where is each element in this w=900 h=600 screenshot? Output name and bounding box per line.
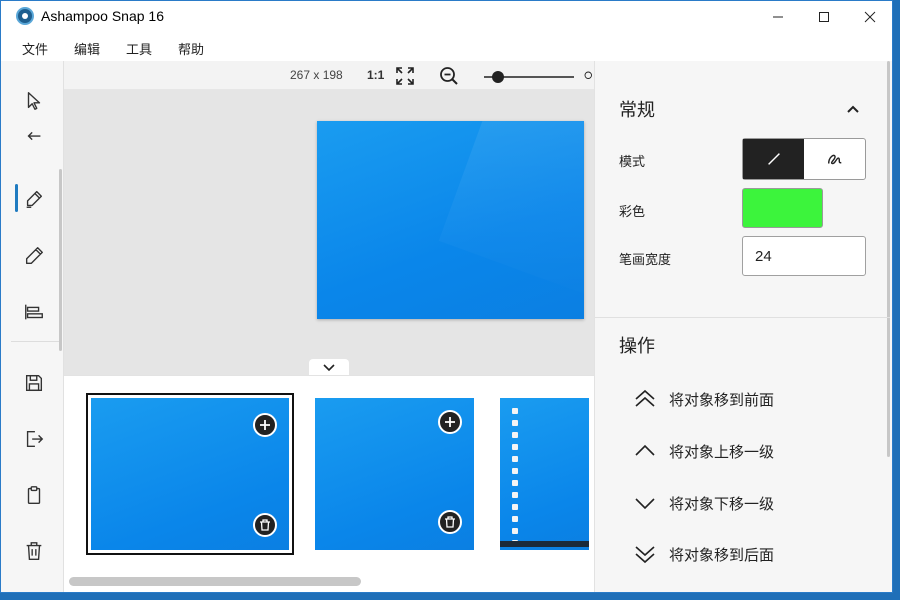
bring-to-front-button[interactable]: 将对象移到前面 xyxy=(633,384,774,414)
properties-scrollbar[interactable] xyxy=(887,61,890,457)
menu-bar: 文件 编辑 工具 帮助 xyxy=(1,33,892,61)
chevron-up-icon xyxy=(847,105,859,113)
taskbar xyxy=(500,541,589,547)
thumbnail-item[interactable] xyxy=(315,398,474,550)
tool-rail xyxy=(1,61,64,592)
fit-to-window-button[interactable] xyxy=(394,65,416,87)
marker-tool-button[interactable] xyxy=(15,181,53,217)
menu-edit[interactable]: 编辑 xyxy=(74,39,100,58)
chevron-down-icon xyxy=(635,498,655,510)
minimize-button[interactable] xyxy=(755,1,801,33)
close-icon xyxy=(864,11,876,23)
delete-thumbnail-button[interactable] xyxy=(438,510,462,534)
align-icon xyxy=(25,304,43,320)
section-actions-title: 操作 xyxy=(619,336,655,356)
mode-label: 模式 xyxy=(619,154,646,169)
image-size-label: 267 x 198 xyxy=(290,68,343,82)
straight-line-icon xyxy=(767,153,780,165)
zoom-in-icon xyxy=(584,71,592,79)
delete-button[interactable] xyxy=(15,533,53,569)
zoom-100-button[interactable]: 1:1 xyxy=(367,68,384,82)
screenshot-image[interactable] xyxy=(317,121,584,319)
clipboard-button[interactable] xyxy=(15,477,53,513)
align-tool-button[interactable] xyxy=(15,294,53,330)
send-to-back-button[interactable]: 将对象移到后面 xyxy=(633,539,774,569)
collapse-thumbnails-button[interactable] xyxy=(309,359,349,376)
chevron-up-icon xyxy=(635,444,655,456)
menu-help[interactable]: 帮助 xyxy=(178,39,204,58)
plus-icon xyxy=(260,420,270,430)
zoom-out-icon xyxy=(440,67,458,85)
zoom-slider-thumb[interactable] xyxy=(491,71,504,83)
plus-icon xyxy=(445,417,455,427)
app-logo-icon xyxy=(16,7,34,25)
double-chevron-up-icon xyxy=(635,389,655,407)
thumbnail-strip xyxy=(64,375,594,592)
trash-icon xyxy=(445,516,455,528)
mode-straight-button[interactable] xyxy=(743,139,804,179)
chevron-down-icon xyxy=(323,363,335,371)
select-icon xyxy=(27,92,41,110)
export-icon xyxy=(26,430,44,448)
stroke-width-label: 笔画宽度 xyxy=(619,252,672,267)
thumbnail-item[interactable] xyxy=(86,393,294,555)
thumbnail-scrollbar[interactable] xyxy=(69,577,361,586)
zoom-out-button[interactable] xyxy=(438,65,460,87)
trash-icon xyxy=(260,519,270,531)
thumbnail-item[interactable] xyxy=(500,398,589,550)
pencil-tool-button[interactable] xyxy=(15,238,53,274)
color-label: 彩色 xyxy=(619,204,646,219)
select-tool-button[interactable] xyxy=(15,83,53,119)
maximize-icon xyxy=(819,12,829,22)
save-icon xyxy=(25,374,43,392)
window-title: Ashampoo Snap 16 xyxy=(41,8,164,24)
trash-icon xyxy=(26,542,42,560)
send-backward-label: 将对象下移一级 xyxy=(669,495,775,513)
menu-tools[interactable]: 工具 xyxy=(126,39,152,58)
send-backward-button[interactable]: 将对象下移一级 xyxy=(633,488,774,518)
stroke-width-input[interactable] xyxy=(742,236,866,276)
clipboard-icon xyxy=(27,486,41,504)
color-picker[interactable] xyxy=(742,188,823,228)
mode-toggle xyxy=(742,138,866,180)
minimize-icon xyxy=(773,16,783,18)
double-chevron-down-icon xyxy=(635,546,655,564)
send-to-back-label: 将对象移到后面 xyxy=(669,546,775,564)
export-button[interactable] xyxy=(15,421,53,457)
tool-rail-divider xyxy=(11,341,59,342)
undo-tool-button[interactable] xyxy=(15,131,53,155)
pencil-icon xyxy=(25,247,43,265)
zoom-in-button[interactable] xyxy=(584,65,594,87)
tool-rail-scrollbar[interactable] xyxy=(59,169,62,351)
bring-forward-label: 将对象上移一级 xyxy=(669,443,775,461)
save-button[interactable] xyxy=(15,365,53,401)
mode-freehand-button[interactable] xyxy=(804,139,865,179)
app-window: Ashampoo Snap 16 文件 编辑 工具 帮助 267 x 198 1… xyxy=(0,0,893,593)
add-to-canvas-button[interactable] xyxy=(438,410,462,434)
bring-to-front-label: 将对象移到前面 xyxy=(669,391,775,409)
bring-forward-button[interactable]: 将对象上移一级 xyxy=(633,436,774,466)
editor-canvas[interactable] xyxy=(64,90,594,375)
properties-panel: 常规 模式 彩色 笔画宽度 操作 将对象移到前面 将对象上移一级 xyxy=(594,61,892,592)
fullscreen-icon xyxy=(396,67,414,85)
marker-icon xyxy=(26,190,43,208)
panel-divider xyxy=(595,317,890,318)
delete-thumbnail-button[interactable] xyxy=(253,513,277,537)
section-general-title: 常规 xyxy=(619,100,655,120)
add-to-canvas-button[interactable] xyxy=(253,413,277,437)
desktop-icons xyxy=(512,408,526,550)
maximize-button[interactable] xyxy=(801,1,847,33)
menu-file[interactable]: 文件 xyxy=(22,39,48,58)
freehand-icon xyxy=(827,154,841,165)
undo-icon xyxy=(27,131,41,141)
close-button[interactable] xyxy=(847,1,892,33)
title-bar: Ashampoo Snap 16 xyxy=(1,1,892,33)
collapse-general-button[interactable] xyxy=(846,101,860,119)
canvas-toolbar: 267 x 198 1:1 xyxy=(64,61,594,90)
